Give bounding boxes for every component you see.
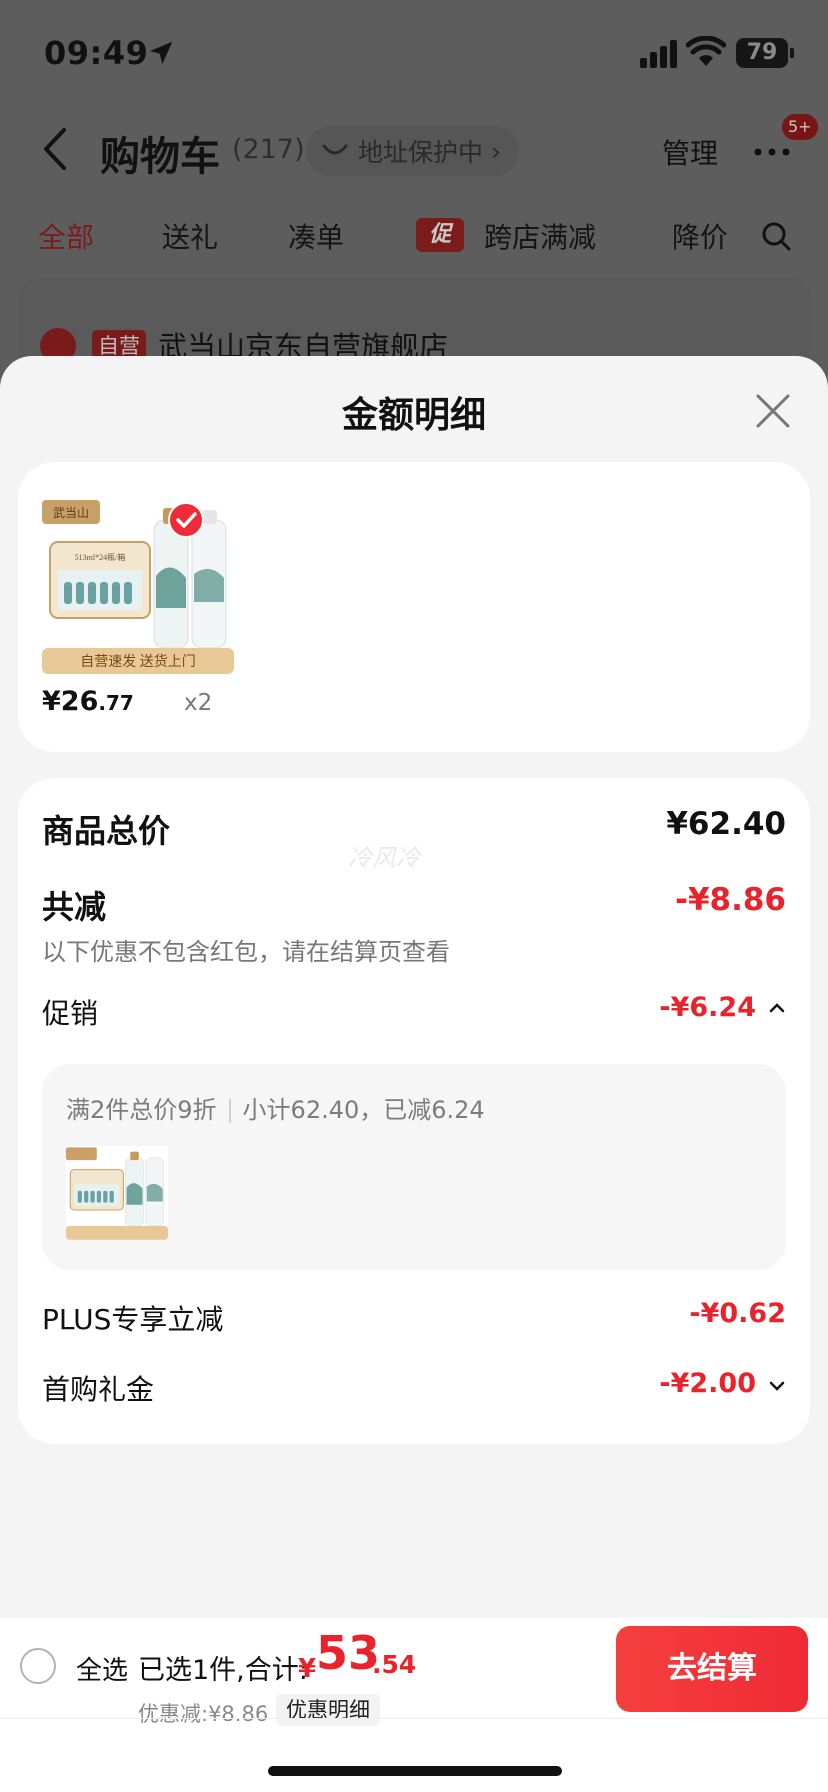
promo-detail-box: 满2件总价9折 小计62.40，已减6.24 <box>42 1064 786 1270</box>
chevron-right-icon: › <box>491 136 502 166</box>
total-currency: ¥ <box>298 1654 317 1684</box>
product-card: 武当山 513ml*24瓶/箱 自营速发 送货上门 ¥26.77 x2 <box>18 462 810 752</box>
price-detail-card: 冷风冷 商品总价 ¥62.40 共减 -¥8.86 以下优惠不包含红包，请在结算… <box>18 778 810 1444</box>
plus-discount-value: -¥0.62 <box>689 1298 786 1329</box>
page-title: 购物车 <box>100 134 220 180</box>
product-quantity: x2 <box>184 690 213 716</box>
discount-summary: 优惠减:¥8.86 <box>138 1702 269 1726</box>
status-bar: 09:49 79 <box>0 0 828 100</box>
product-banner-text: 自营速发 送货上门 <box>80 653 196 670</box>
promo-rule-line: 满2件总价9折 小计62.40，已减6.24 <box>66 1090 485 1125</box>
promo-rule: 满2件总价9折 <box>66 1096 217 1124</box>
divider <box>228 1099 231 1123</box>
checkout-button[interactable]: 去结算 <box>616 1626 808 1712</box>
total-discount-row: 共减 -¥8.86 以下优惠不包含红包，请在结算页查看 <box>42 882 786 972</box>
address-protect-label: 地址保护中 <box>358 138 484 167</box>
chevron-up-icon[interactable] <box>768 1002 786 1014</box>
product-price-dec: .77 <box>98 691 134 715</box>
discount-detail-button[interactable]: 优惠明细 <box>276 1694 380 1726</box>
discount-note: 以下优惠不包含红包，请在结算页查看 <box>42 938 450 966</box>
cart-count: (217) <box>232 134 305 165</box>
first-purchase-label: 首购礼金 <box>42 1373 155 1406</box>
battery-icon: 79 <box>736 38 794 68</box>
selected-count: 已选1件,合计: <box>138 1655 308 1686</box>
promo-detail: 小计62.40，已减6.24 <box>242 1096 485 1124</box>
promo-tag: 促 <box>416 218 464 252</box>
first-purchase-value: -¥2.00 <box>659 1368 756 1399</box>
sheet-title: 金额明细 <box>341 395 486 436</box>
address-protect-pill[interactable]: 地址保护中 › <box>306 126 520 176</box>
promo-row[interactable]: 促销 -¥6.24 <box>42 992 786 1032</box>
more-icon[interactable] <box>752 136 796 160</box>
wifi-icon <box>686 36 726 66</box>
promo-value: -¥6.24 <box>659 992 756 1023</box>
tab-cross-store[interactable]: 跨店满减 <box>484 216 596 256</box>
select-all-radio[interactable] <box>20 1648 56 1684</box>
tab-price-drop[interactable]: 降价 <box>672 216 728 256</box>
signal-icon <box>640 40 677 68</box>
tab-all[interactable]: 全部 <box>38 216 94 256</box>
goods-total-row: 商品总价 ¥62.40 <box>42 806 786 850</box>
close-icon[interactable] <box>752 390 794 432</box>
manage-button[interactable]: 管理 <box>662 132 718 172</box>
message-badge: 5+ <box>782 114 818 140</box>
search-icon[interactable] <box>760 220 792 252</box>
promo-label: 促销 <box>42 997 99 1030</box>
tab-add-on[interactable]: 凑单 <box>288 216 344 256</box>
checkout-bar: 全选 已选1件,合计: ¥ 53 .54 优惠减:¥8.86 优惠明细 去结算 <box>0 1618 828 1792</box>
first-purchase-row[interactable]: 首购礼金 -¥2.00 <box>42 1368 786 1408</box>
total-discount-value: -¥8.86 <box>675 882 786 918</box>
promo-product-image[interactable] <box>66 1142 168 1244</box>
product-brand-text: 武当山 <box>53 506 89 520</box>
back-arrow-icon[interactable] <box>40 126 70 172</box>
amount-detail-sheet: 金额明细 武当山 513ml*24瓶/箱 自营速发 送货上门 ¥26.77 x2… <box>0 356 828 1618</box>
total-amount-int: 53 <box>316 1626 381 1680</box>
status-time: 09:49 <box>44 34 149 72</box>
select-all-label[interactable]: 全选 <box>76 1650 128 1687</box>
goods-total-label: 商品总价 <box>42 812 171 850</box>
plus-discount-label: PLUS专享立减 <box>42 1303 224 1336</box>
product-image[interactable]: 武当山 513ml*24瓶/箱 自营速发 送货上门 <box>42 498 234 674</box>
product-price: ¥26.77 <box>42 686 134 717</box>
plus-discount-row: PLUS专享立减 -¥0.62 <box>42 1298 786 1338</box>
location-arrow-icon <box>149 41 173 65</box>
divider <box>0 1718 828 1719</box>
nav-bar: 购物车 (217) 地址保护中 › 管理 5+ <box>0 110 828 190</box>
product-price-int: ¥26 <box>42 686 99 717</box>
goods-total-value: ¥62.40 <box>666 806 786 842</box>
smile-icon <box>322 144 348 155</box>
product-spec-text: 513ml*24瓶/箱 <box>75 552 126 562</box>
chevron-down-icon[interactable] <box>768 1380 786 1392</box>
tab-gift[interactable]: 送礼 <box>162 216 218 256</box>
total-amount-dec: .54 <box>372 1650 417 1679</box>
filter-tabs: 全部 送礼 凑单 促 跨店满减 降价 <box>0 206 828 266</box>
home-indicator[interactable] <box>268 1766 562 1776</box>
total-discount-label: 共减 <box>42 888 107 926</box>
checkmark-icon[interactable] <box>168 502 204 538</box>
